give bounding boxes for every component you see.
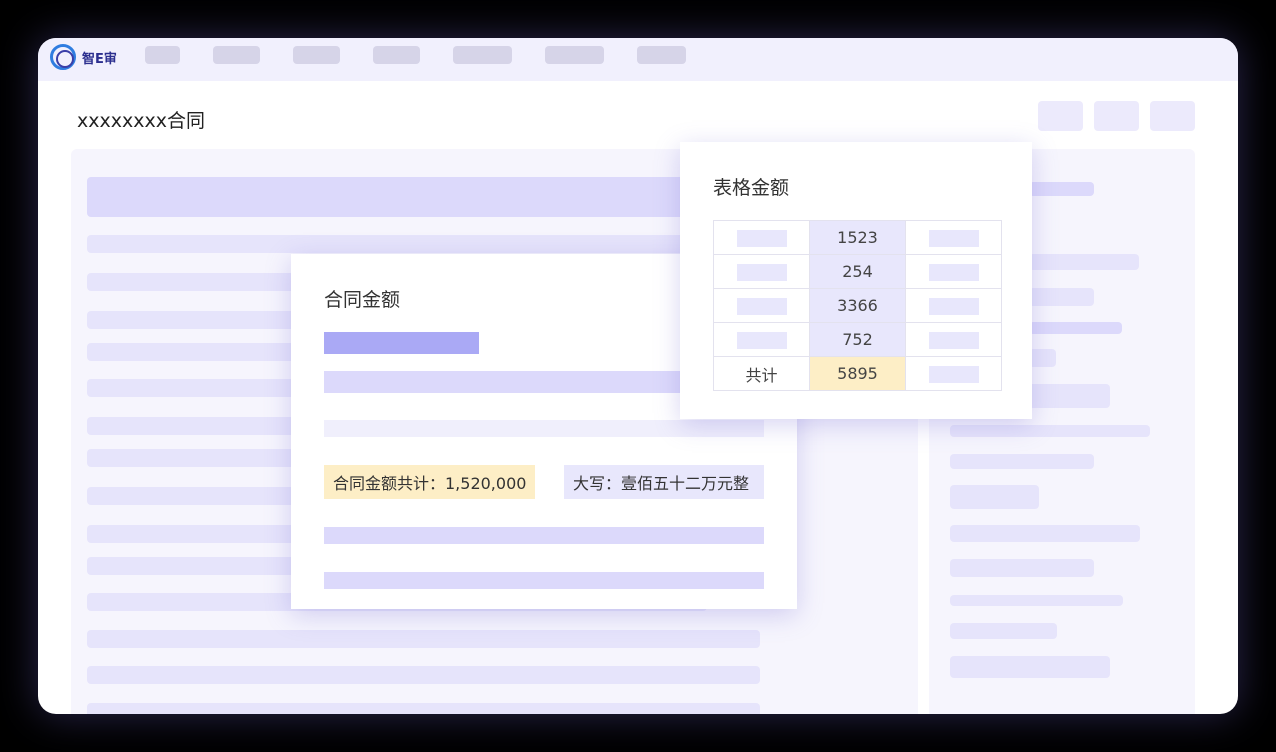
table-cell (905, 322, 1002, 357)
placeholder-line (950, 425, 1150, 437)
table-amount-card: 表格金额 1523 254 3366 752 共计 5895 (680, 142, 1032, 419)
placeholder-line (324, 420, 764, 437)
placeholder-line (87, 235, 707, 253)
cell-placeholder (736, 298, 787, 315)
placeholder-line (950, 454, 1094, 469)
table-cell (905, 288, 1002, 323)
toolbar-button[interactable] (1150, 101, 1195, 131)
contract-amount-uppercase: 大写：壹佰五十二万元整 (564, 465, 764, 499)
nav-item[interactable] (145, 46, 180, 64)
toolbar-button[interactable] (1094, 101, 1139, 131)
table-row: 1523 (713, 220, 1002, 255)
app-window: 智E审 xxxxxxxx合同 合同金额 合同金额共计：1,520,000 大写：… (38, 38, 1238, 714)
cell-placeholder (736, 264, 787, 281)
nav-item[interactable] (373, 46, 420, 64)
table-row: 3366 (713, 288, 1002, 323)
placeholder-line (87, 177, 707, 217)
top-nav-bar: 智E审 (38, 38, 1238, 81)
cell-placeholder (928, 230, 979, 247)
table-total-label: 共计 (713, 356, 810, 391)
highlight-bar (324, 332, 479, 354)
table-cell (905, 220, 1002, 255)
table-row: 752 (713, 322, 1002, 357)
placeholder-line (950, 485, 1039, 509)
table-cell (713, 322, 810, 357)
placeholder-line (1029, 288, 1094, 306)
document-title: xxxxxxxx合同 (77, 110, 205, 132)
placeholder-line (87, 703, 760, 714)
nav-item[interactable] (453, 46, 512, 64)
placeholder-line (950, 559, 1094, 577)
cell-placeholder (736, 332, 787, 349)
cell-placeholder (928, 298, 979, 315)
cell-placeholder (928, 264, 979, 281)
logo-text: 智E审 (82, 51, 117, 67)
table-cell-value: 752 (809, 322, 906, 357)
nav-item[interactable] (545, 46, 604, 64)
placeholder-line (950, 525, 1140, 542)
placeholder-line (1029, 182, 1094, 196)
table-amount-title: 表格金额 (713, 177, 790, 199)
placeholder-line (1029, 349, 1056, 367)
placeholder-line (1029, 254, 1139, 270)
logo-icon (50, 44, 76, 70)
toolbar-button[interactable] (1038, 101, 1083, 131)
amount-table: 1523 254 3366 752 共计 5895 (713, 220, 1002, 391)
table-cell (713, 288, 810, 323)
table-cell-value: 3366 (809, 288, 906, 323)
table-cell-value: 1523 (809, 220, 906, 255)
app-logo[interactable]: 智E审 (50, 44, 117, 70)
placeholder-line (324, 527, 764, 544)
placeholder-line (950, 623, 1057, 639)
table-cell (905, 356, 1002, 391)
nav-item[interactable] (637, 46, 686, 64)
placeholder-line (950, 595, 1123, 606)
placeholder-line (324, 572, 764, 589)
nav-item[interactable] (293, 46, 340, 64)
contract-total-amount: 合同金额共计：1,520,000 (324, 465, 536, 499)
placeholder-line (1029, 322, 1122, 334)
table-cell (905, 254, 1002, 289)
table-row: 254 (713, 254, 1002, 289)
placeholder-line (87, 630, 760, 648)
nav-item[interactable] (213, 46, 260, 64)
placeholder-line (87, 666, 760, 684)
contract-amount-title: 合同金额 (324, 289, 401, 311)
table-cell-value: 254 (809, 254, 906, 289)
cell-placeholder (928, 366, 979, 383)
table-total-value: 5895 (809, 356, 906, 391)
placeholder-line (950, 656, 1110, 678)
cell-placeholder (736, 230, 787, 247)
table-cell (713, 220, 810, 255)
table-cell (713, 254, 810, 289)
table-total-row: 共计 5895 (713, 356, 1002, 391)
cell-placeholder (928, 332, 979, 349)
